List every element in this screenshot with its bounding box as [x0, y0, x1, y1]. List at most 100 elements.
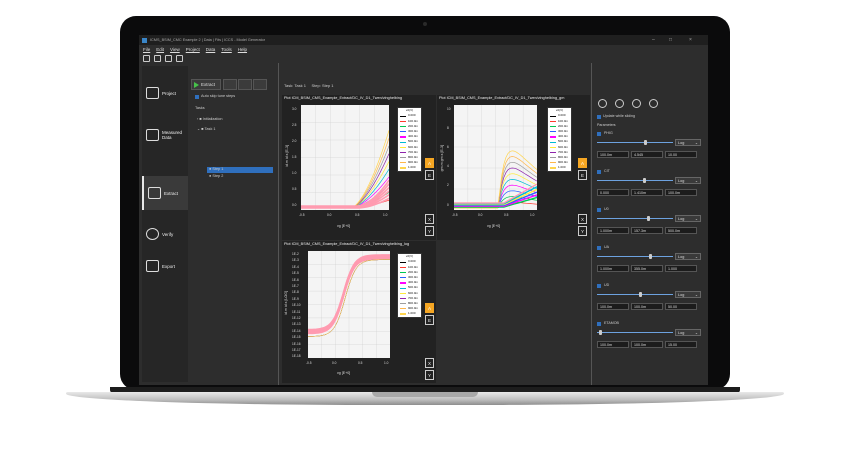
- param-checkbox[interactable]: [597, 132, 601, 136]
- slider-knob[interactable]: [649, 254, 653, 259]
- x-tick: 0.5: [358, 361, 363, 365]
- list-icon[interactable]: [223, 79, 237, 90]
- menu-view[interactable]: View: [170, 47, 180, 52]
- nav-export[interactable]: Export: [142, 249, 188, 283]
- plot-title: Plot ICM_BSIM_CMS_Example_Extract/DC_IV_…: [284, 96, 402, 100]
- extract-button[interactable]: Extract: [191, 79, 221, 90]
- legend-swatch: [400, 308, 406, 310]
- max-field[interactable]: 10.00: [665, 151, 697, 158]
- param-slider[interactable]: [597, 218, 673, 219]
- a-button[interactable]: A: [425, 303, 434, 313]
- nav-measured-data[interactable]: Measured Data: [142, 118, 188, 152]
- value-field[interactable]: 355.0m: [631, 265, 663, 272]
- y-tick: 1E-9: [292, 296, 299, 301]
- min-field[interactable]: 100.0m: [597, 341, 629, 348]
- tree-item-step2[interactable]: ● Step 2: [209, 174, 223, 178]
- reset-icon[interactable]: [615, 99, 624, 108]
- x-button[interactable]: X: [425, 358, 434, 368]
- scale-dropdown[interactable]: Log ⌄: [675, 215, 701, 222]
- save-icon[interactable]: [165, 54, 172, 62]
- pin-icon[interactable]: [649, 99, 658, 108]
- menu-data[interactable]: Data: [206, 47, 216, 52]
- menu-file[interactable]: File: [143, 47, 150, 52]
- max-field[interactable]: 50.00: [665, 303, 697, 310]
- legend-swatch: [400, 277, 406, 279]
- nav-project[interactable]: Project: [142, 76, 188, 110]
- menu-project[interactable]: Project: [186, 47, 200, 52]
- save-as-icon[interactable]: [176, 54, 183, 62]
- param-checkbox[interactable]: [597, 284, 601, 288]
- min-field[interactable]: 1.000m: [597, 227, 629, 234]
- max-field[interactable]: 100.0m: [665, 189, 697, 196]
- scale-dropdown[interactable]: Log ⌄: [675, 291, 701, 298]
- param-slider[interactable]: [597, 142, 673, 143]
- min-field[interactable]: 0.000: [597, 189, 629, 196]
- param-checkbox[interactable]: [597, 246, 601, 250]
- max-field[interactable]: 15.00: [665, 341, 697, 348]
- plot-area[interactable]: [301, 105, 389, 210]
- plot-area[interactable]: [454, 105, 537, 210]
- value-field[interactable]: 100.0m: [631, 303, 663, 310]
- param-checkbox[interactable]: [597, 208, 601, 212]
- open-project-icon[interactable]: [154, 54, 161, 62]
- param-slider[interactable]: [597, 294, 673, 295]
- scale-dropdown[interactable]: Log ⌄: [675, 253, 701, 260]
- y-button[interactable]: Y: [578, 226, 587, 236]
- x-button[interactable]: X: [578, 214, 587, 224]
- y-button[interactable]: Y: [425, 226, 434, 236]
- min-field[interactable]: 100.0m: [597, 151, 629, 158]
- menu-help[interactable]: Help: [238, 47, 247, 52]
- compare-icon[interactable]: [632, 99, 641, 108]
- scale-dropdown[interactable]: Log ⌄: [675, 177, 701, 184]
- e-button[interactable]: E: [425, 170, 434, 180]
- param-slider[interactable]: [597, 180, 673, 181]
- close-icon[interactable]: ×: [689, 37, 692, 43]
- nav-extract[interactable]: Extract: [142, 176, 188, 210]
- menu-edit[interactable]: Edit: [156, 47, 164, 52]
- min-field[interactable]: 1.000m: [597, 265, 629, 272]
- slider-knob[interactable]: [647, 216, 651, 221]
- param-slider[interactable]: [597, 332, 673, 333]
- param-checkbox[interactable]: [597, 322, 601, 326]
- plot-area[interactable]: [308, 251, 390, 358]
- update-checkbox[interactable]: [597, 115, 601, 119]
- x-axis-label: vg [E+0]: [337, 224, 351, 228]
- tree-item-step1[interactable]: ● Step 1: [209, 167, 223, 171]
- param-checkbox[interactable]: [597, 170, 601, 174]
- maximize-icon[interactable]: □: [669, 37, 672, 43]
- fit-icon[interactable]: [598, 99, 607, 108]
- a-button[interactable]: A: [578, 158, 587, 168]
- slider-knob[interactable]: [598, 330, 602, 335]
- y-tick: 1E-2: [292, 252, 299, 256]
- value-field[interactable]: 4.545: [631, 151, 663, 158]
- nav-verify[interactable]: Verify: [142, 217, 188, 251]
- e-button[interactable]: E: [425, 315, 434, 325]
- y-button[interactable]: Y: [425, 370, 434, 380]
- min-field[interactable]: 100.0m: [597, 303, 629, 310]
- slider-knob[interactable]: [644, 140, 648, 145]
- max-field[interactable]: 1.000: [665, 265, 697, 272]
- value-field[interactable]: 100.0m: [631, 341, 663, 348]
- tree-item-initialization[interactable]: › ■ Initialization: [197, 117, 223, 121]
- value-field[interactable]: 1.410m: [631, 189, 663, 196]
- x-button[interactable]: X: [425, 214, 434, 224]
- y-tick: 1E-10: [292, 303, 301, 308]
- a-button[interactable]: A: [425, 158, 434, 168]
- y-tick: 0.0: [292, 203, 297, 207]
- y-tick: 8: [447, 126, 449, 130]
- menu-tools[interactable]: Tools: [221, 47, 232, 52]
- tree-item-task1[interactable]: ⌄ ■ Task 1: [197, 126, 216, 131]
- scale-dropdown[interactable]: Log ⌄: [675, 329, 701, 336]
- param-slider[interactable]: [597, 256, 673, 257]
- new-project-icon[interactable]: [143, 54, 150, 62]
- e-button[interactable]: E: [578, 170, 587, 180]
- scale-dropdown[interactable]: Log ⌄: [675, 139, 701, 146]
- slider-knob[interactable]: [642, 178, 646, 183]
- max-field[interactable]: 500.0m: [665, 227, 697, 234]
- slider-knob[interactable]: [638, 292, 642, 297]
- copy-icon[interactable]: [253, 79, 267, 90]
- value-field[interactable]: 157.3m: [631, 227, 663, 234]
- minimize-icon[interactable]: –: [652, 37, 655, 43]
- refresh-icon[interactable]: [238, 79, 252, 90]
- auto-skip-checkbox[interactable]: [195, 95, 199, 99]
